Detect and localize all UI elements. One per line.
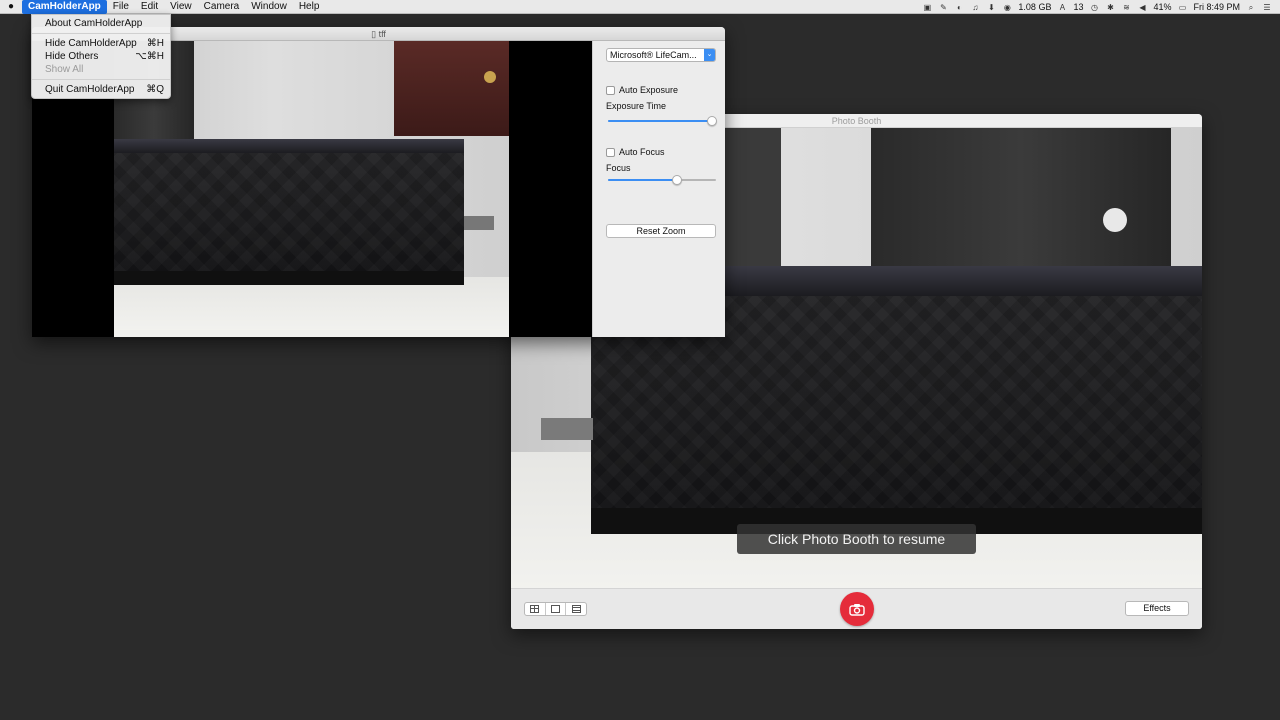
slider-fill	[608, 179, 678, 181]
four-up-layout-button[interactable]	[525, 603, 546, 615]
adobe-count: 13	[1073, 2, 1084, 12]
exposure-time-slider[interactable]	[608, 116, 717, 126]
single-photo-layout-button[interactable]	[546, 603, 567, 615]
menu-file[interactable]: File	[107, 0, 135, 14]
notification-center-icon[interactable]: ☰	[1262, 3, 1272, 12]
camera-controls-panel: Microsoft® LifeCam... ⌄ Auto Exposure Ex…	[592, 41, 725, 337]
focus-slider[interactable]	[608, 175, 716, 185]
layout-selector	[524, 602, 587, 616]
menu-item-about[interactable]: About CamHolderApp	[32, 17, 170, 30]
camera-select-value: Microsoft® LifeCam...	[610, 50, 697, 60]
clock[interactable]: Fri 8:49 PM	[1193, 2, 1240, 12]
bell-icon[interactable]: ♫	[970, 3, 980, 12]
slider-knob[interactable]	[706, 116, 717, 126]
take-photo-button[interactable]	[840, 592, 874, 626]
adobe-icon[interactable]: A	[1057, 3, 1067, 12]
menu-item-hide-shortcut: ⌘H	[146, 38, 164, 49]
menu-edit[interactable]: Edit	[135, 0, 164, 14]
camera-select[interactable]: Microsoft® LifeCam... ⌄	[606, 48, 716, 62]
film-strip-icon	[571, 605, 581, 613]
slider-knob[interactable]	[672, 175, 683, 185]
auto-focus-checkbox-box[interactable]	[606, 147, 615, 157]
menu-item-hide-others-label: Hide Others	[45, 51, 99, 62]
bluetooth-icon[interactable]: ✱	[1105, 3, 1115, 12]
menu-item-about-label: About CamHolderApp	[45, 18, 143, 29]
resume-message: Click Photo Booth to resume	[737, 524, 976, 554]
menu-bar: ● CamHolderApp File Edit View Camera Win…	[0, 0, 1280, 14]
status-area: ▣ ✎ ◐ ♫ ⬇ ◉ 1.08 GB A 13 ◷ ✱ ≋ ◀ 41% ▭ F…	[922, 0, 1272, 14]
auto-focus-checkbox[interactable]: Auto Focus	[606, 147, 665, 157]
menu-camera[interactable]: Camera	[198, 0, 246, 14]
download-icon[interactable]: ⬇	[986, 3, 996, 12]
apple-menu-icon[interactable]: ●	[0, 1, 22, 12]
memory-icon[interactable]: ◉	[1002, 3, 1012, 12]
app-menu-dropdown: About CamHolderApp Hide CamHolderApp ⌘H …	[31, 14, 171, 99]
auto-exposure-checkbox[interactable]: Auto Exposure	[606, 85, 678, 95]
auto-exposure-checkbox-box[interactable]	[606, 85, 615, 95]
edit-status-icon[interactable]: ✎	[938, 3, 948, 12]
grid-icon	[530, 605, 540, 613]
menu-item-hide[interactable]: Hide CamHolderApp ⌘H	[32, 37, 170, 50]
wifi-icon[interactable]: ≋	[1121, 3, 1131, 12]
battery-icon[interactable]: ▭	[1177, 3, 1187, 12]
time-machine-icon[interactable]: ◷	[1089, 3, 1099, 12]
volume-icon[interactable]: ◀	[1137, 3, 1147, 12]
photobooth-toolbar: Effects	[511, 588, 1202, 629]
memory-readout[interactable]: 1.08 GB	[1018, 2, 1051, 12]
spotlight-search-icon[interactable]: ⌕	[1246, 3, 1256, 12]
menu-item-quit-shortcut: ⌘Q	[146, 84, 164, 95]
exposure-time-label: Exposure Time	[606, 101, 667, 111]
single-frame-icon	[551, 605, 560, 613]
camera-icon	[849, 603, 865, 616]
camera-feed-image	[114, 41, 509, 337]
menu-app-name[interactable]: CamHolderApp	[22, 0, 107, 14]
menu-item-hide-label: Hide CamHolderApp	[45, 38, 137, 49]
menu-item-quit[interactable]: Quit CamHolderApp ⌘Q	[32, 83, 170, 96]
menu-help[interactable]: Help	[293, 0, 326, 14]
menu-item-hide-others-shortcut: ⌥⌘H	[135, 51, 164, 62]
auto-focus-label: Auto Focus	[619, 147, 665, 157]
sync-status-icon[interactable]: ◐	[954, 3, 964, 12]
menu-window[interactable]: Window	[245, 0, 293, 14]
focus-label: Focus	[606, 163, 631, 173]
menu-item-show-all-label: Show All	[45, 64, 84, 75]
effects-button[interactable]: Effects	[1125, 601, 1189, 616]
slider-fill	[608, 120, 712, 122]
reset-zoom-button[interactable]: Reset Zoom	[606, 224, 716, 238]
video-layout-button[interactable]	[566, 603, 586, 615]
chevron-down-icon: ⌄	[704, 49, 715, 61]
menu-item-show-all: Show All	[32, 63, 170, 76]
battery-percent[interactable]: 41%	[1153, 2, 1171, 12]
menu-separator	[32, 33, 170, 34]
menu-item-quit-label: Quit CamHolderApp	[45, 84, 135, 95]
menu-view[interactable]: View	[164, 0, 198, 14]
menu-item-hide-others[interactable]: Hide Others ⌥⌘H	[32, 50, 170, 63]
camera-status-icon[interactable]: ▣	[922, 3, 932, 12]
camholder-window-title: tff	[378, 29, 386, 39]
document-icon: ▯	[371, 29, 377, 39]
menu-separator	[32, 79, 170, 80]
auto-exposure-label: Auto Exposure	[619, 85, 679, 95]
